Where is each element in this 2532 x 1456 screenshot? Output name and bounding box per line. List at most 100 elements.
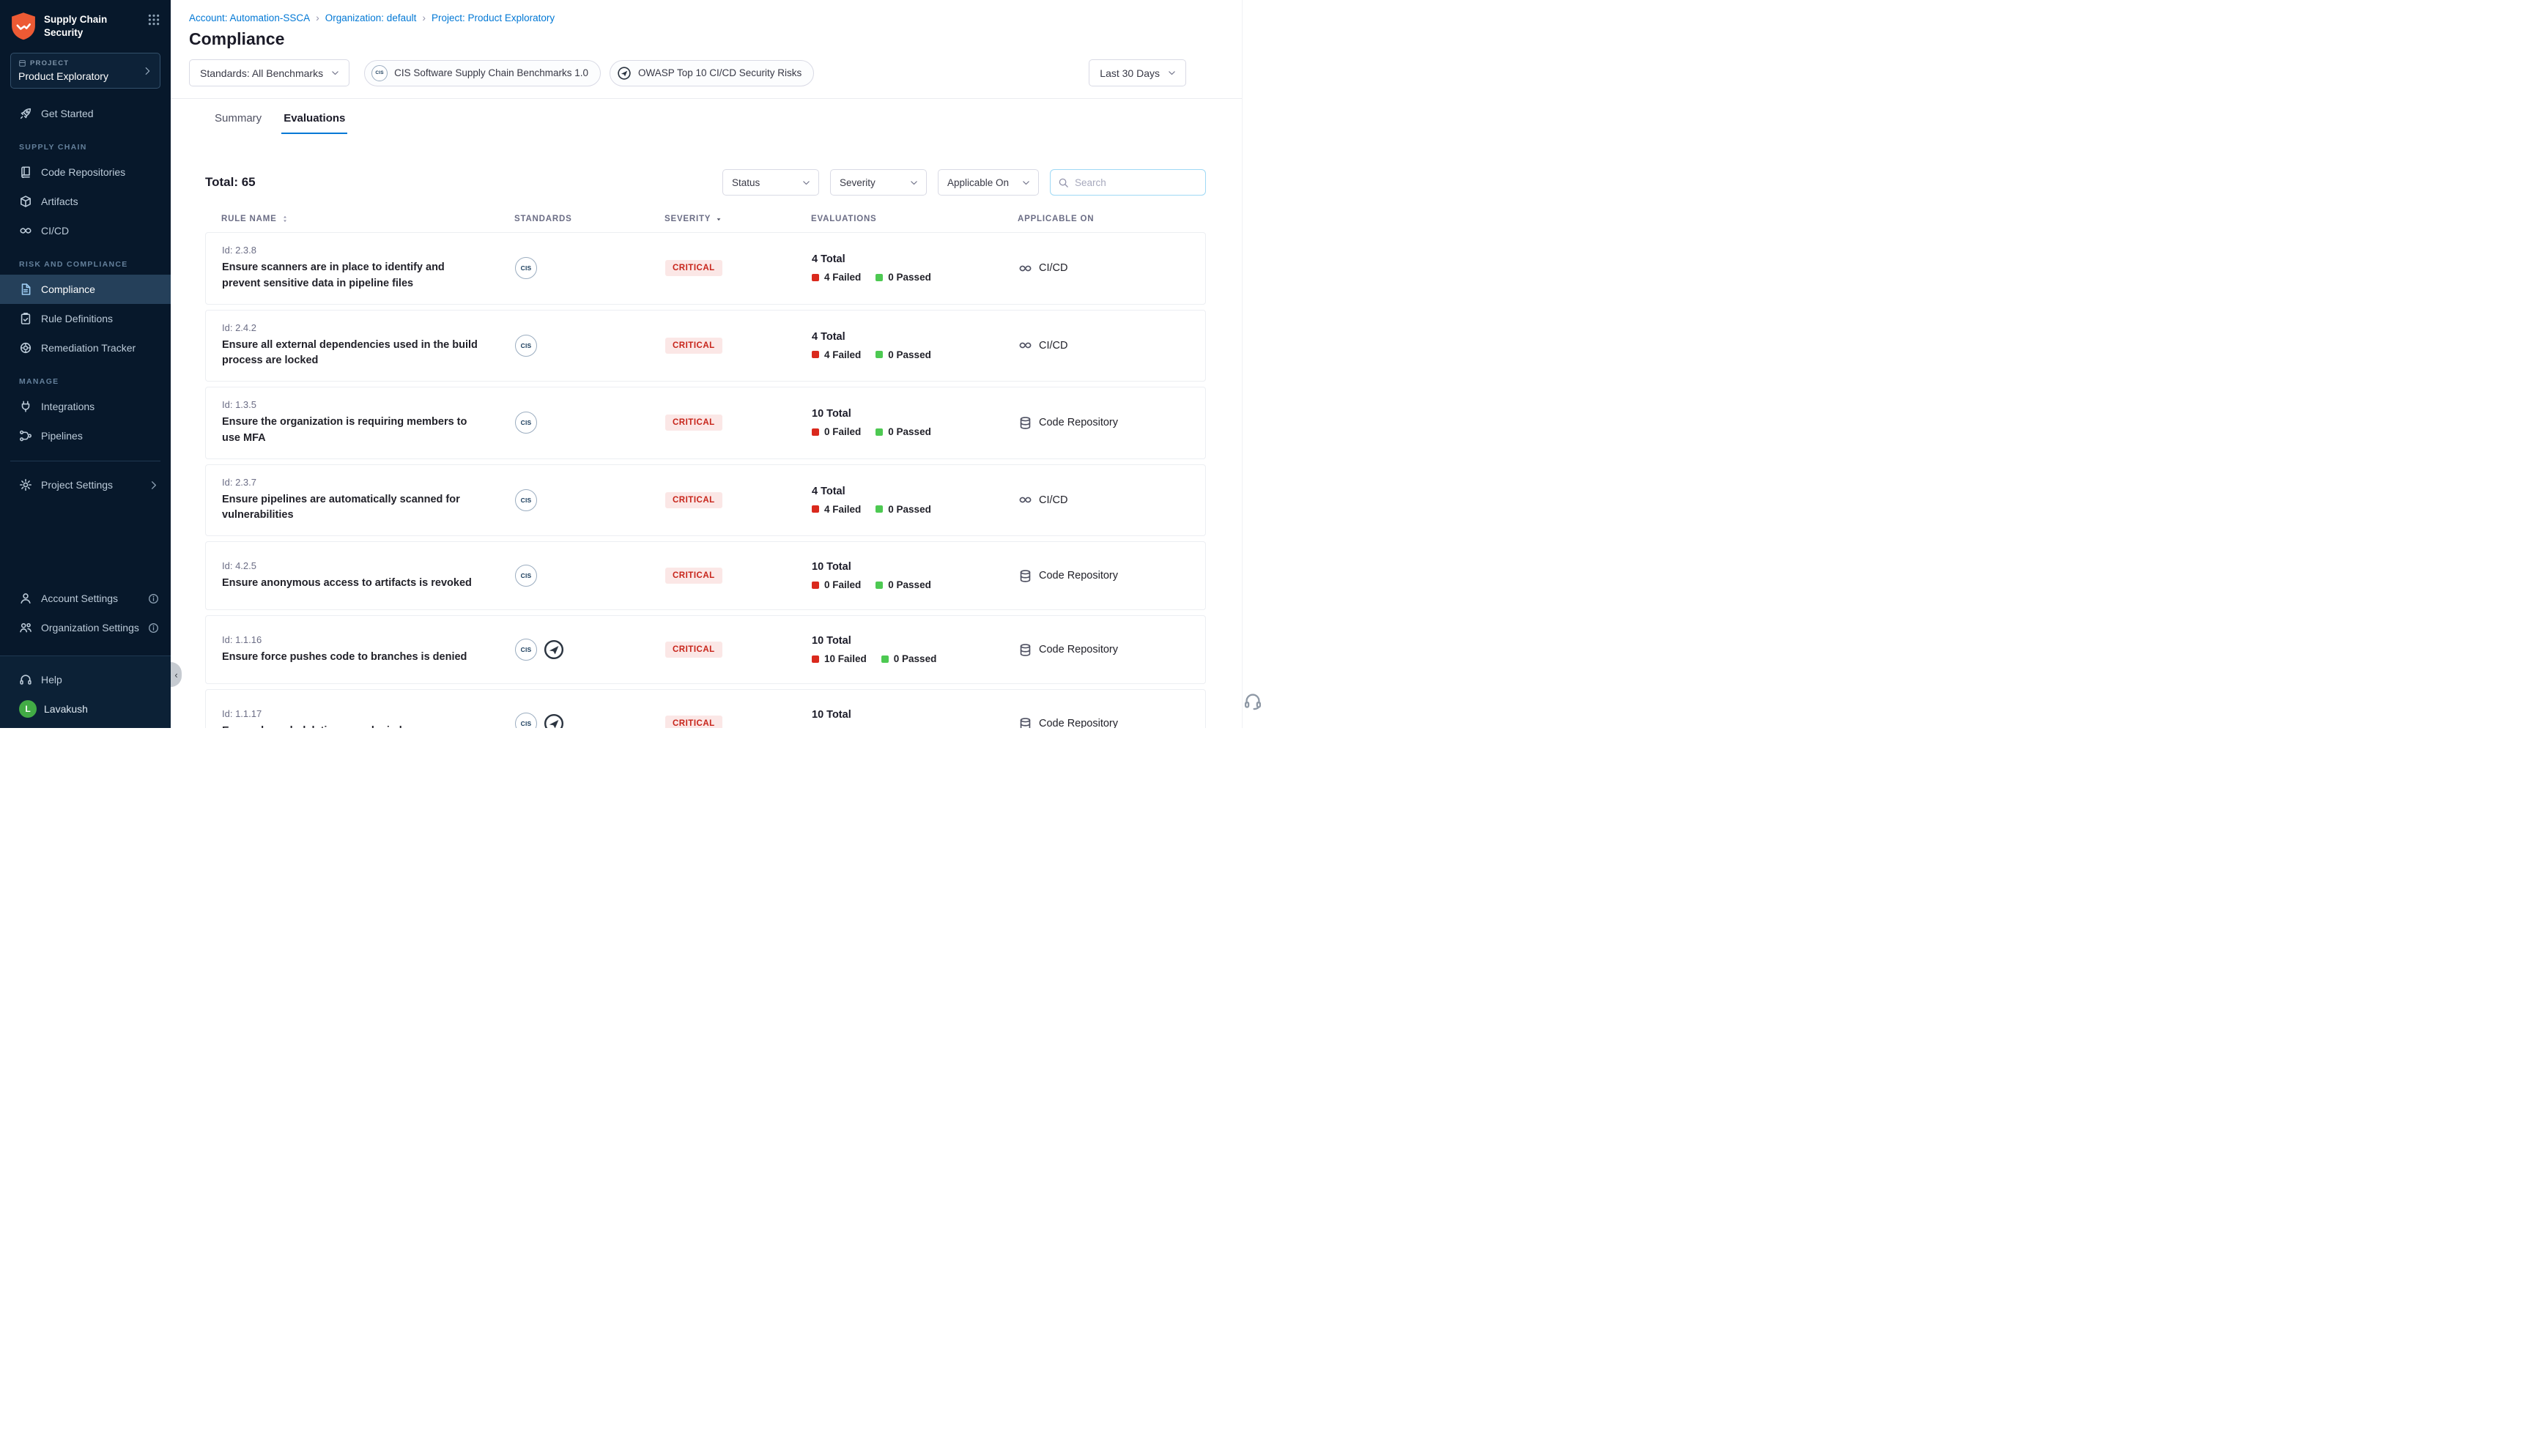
rule-id: Id: 1.1.17 — [222, 708, 483, 719]
sidebar-item-label: Pipelines — [41, 430, 159, 442]
rule-name[interactable]: Ensure the organization is requiring mem… — [222, 415, 483, 447]
standards-cell: CIS — [515, 257, 665, 279]
cis-standard-icon: CIS — [515, 257, 537, 279]
rule-cell: Id: 1.1.17 Ensure branch deletions are d… — [222, 708, 515, 728]
severity-filter-dropdown[interactable]: Severity — [830, 169, 927, 196]
sidebar-item-pipelines[interactable]: Pipelines — [0, 421, 171, 450]
standards-dropdown[interactable]: Standards: All Benchmarks — [189, 59, 349, 86]
sidebar-item-label: Help — [41, 674, 159, 686]
user-menu[interactable]: L Lavakush — [0, 694, 171, 718]
passed-group: 0 Passed — [876, 504, 931, 515]
applicable-on-label: CI/CD — [1039, 262, 1067, 274]
code-repository-icon — [1018, 569, 1032, 583]
table-row[interactable]: Id: 1.1.16 Ensure force pushes code to b… — [205, 615, 1206, 684]
project-selector[interactable]: PROJECT Product Exploratory — [10, 53, 160, 89]
code-repository-icon — [1018, 717, 1032, 729]
passed-square-icon — [881, 655, 889, 663]
failed-square-icon — [812, 655, 819, 663]
section-title-supply-chain: SUPPLY CHAIN — [0, 128, 171, 157]
sidebar-item-help[interactable]: Help — [0, 665, 171, 694]
sidebar-item-integrations[interactable]: Integrations — [0, 392, 171, 421]
applicable-on-label: CI/CD — [1039, 494, 1067, 506]
module-switcher-icon[interactable] — [147, 12, 160, 25]
sidebar-item-remediation-tracker[interactable]: Remediation Tracker — [0, 333, 171, 363]
failed-group: 4 Failed — [812, 272, 861, 283]
sidebar-item-label: Organization Settings — [41, 622, 139, 634]
total-count: 4 Total — [812, 486, 1018, 497]
rule-name[interactable]: Ensure pipelines are automatically scann… — [222, 492, 483, 524]
gear-icon — [19, 478, 32, 491]
standards-cell: CIS — [515, 489, 665, 511]
app-title: Supply Chain Security — [44, 12, 107, 39]
table-row[interactable]: Id: 2.3.8 Ensure scanners are in place t… — [205, 232, 1206, 305]
failed-count: 4 Failed — [824, 349, 861, 360]
sidebar-nav: Get Started SUPPLY CHAIN Code Repositori… — [0, 89, 171, 655]
total-count: 10 Total — [812, 561, 1018, 573]
time-range-dropdown[interactable]: Last 30 Days — [1089, 59, 1186, 86]
table-row[interactable]: Id: 1.1.17 Ensure branch deletions are d… — [205, 689, 1206, 728]
rule-name[interactable]: Ensure force pushes code to branches is … — [222, 650, 483, 666]
sidebar-item-organization-settings[interactable]: Organization Settings — [0, 613, 171, 642]
breadcrumb-project-link[interactable]: Project: Product Exploratory — [432, 12, 555, 23]
table-header: RULE NAME STANDARDS SEVERITY EVALUATIONS… — [205, 215, 1206, 223]
breadcrumb-organization-link[interactable]: Organization: default — [325, 12, 417, 23]
sidebar-item-label: Remediation Tracker — [41, 342, 159, 354]
info-icon[interactable] — [148, 623, 159, 634]
breadcrumb-account-link[interactable]: Account: Automation-SSCA — [189, 12, 310, 23]
sidebar-item-cicd[interactable]: CI/CD — [0, 216, 171, 245]
sidebar-item-code-repositories[interactable]: Code Repositories — [0, 157, 171, 187]
chevron-down-icon — [1021, 178, 1031, 187]
evaluations-cell: 4 Total 4 Failed 0 Passed — [812, 486, 1018, 515]
column-rule-name[interactable]: RULE NAME — [221, 215, 514, 223]
applicable-on-label: Code Repository — [1039, 644, 1118, 655]
sort-desc-icon[interactable] — [714, 215, 723, 223]
passed-count: 0 Passed — [888, 349, 931, 360]
account-settings-icon — [19, 592, 32, 605]
project-label: PROJECT — [30, 59, 69, 67]
applicable-on-filter-dropdown[interactable]: Applicable On — [938, 169, 1039, 196]
help-widget-button[interactable] — [1243, 691, 1262, 710]
column-severity[interactable]: SEVERITY — [665, 215, 811, 223]
total-count: 10 Total — [812, 709, 1018, 721]
rule-name[interactable]: Ensure anonymous access to artifacts is … — [222, 576, 483, 592]
applicable-on-cell: Code Repository — [1018, 416, 1205, 430]
owasp-standard-icon — [543, 713, 565, 728]
sidebar-item-project-settings[interactable]: Project Settings — [0, 470, 171, 499]
standards-cell: CIS — [515, 565, 665, 587]
sidebar-item-rule-definitions[interactable]: Rule Definitions — [0, 304, 171, 333]
failed-count: 10 Failed — [824, 727, 867, 728]
sidebar-item-label: Account Settings — [41, 593, 139, 604]
status-filter-dropdown[interactable]: Status — [722, 169, 819, 196]
project-icon — [18, 59, 26, 67]
sidebar-item-label: Integrations — [41, 401, 159, 412]
rule-id: Id: 4.2.5 — [222, 560, 483, 571]
tab-summary[interactable]: Summary — [212, 112, 264, 134]
sidebar-item-artifacts[interactable]: Artifacts — [0, 187, 171, 216]
sidebar-item-get-started[interactable]: Get Started — [0, 99, 171, 128]
standards-cell: CIS — [515, 335, 665, 357]
table-row[interactable]: Id: 2.3.7 Ensure pipelines are automatic… — [205, 464, 1206, 537]
dropdown-label: Applicable On — [947, 177, 1009, 188]
remediation-tracker-icon — [19, 341, 32, 354]
info-icon[interactable] — [148, 593, 159, 604]
rule-name[interactable]: Ensure scanners are in place to identify… — [222, 260, 483, 292]
standards-chip-cis[interactable]: CIS CIS Software Supply Chain Benchmarks… — [364, 60, 601, 86]
sidebar-item-compliance[interactable]: Compliance — [0, 275, 171, 304]
column-label: RULE NAME — [221, 215, 277, 223]
table-row[interactable]: Id: 4.2.5 Ensure anonymous access to art… — [205, 541, 1206, 610]
cis-standard-icon: CIS — [515, 335, 537, 357]
failed-count: 10 Failed — [824, 653, 867, 664]
rule-name[interactable]: Ensure all external dependencies used in… — [222, 338, 483, 370]
table-row[interactable]: Id: 1.3.5 Ensure the organization is req… — [205, 387, 1206, 459]
cicd-icon — [1018, 338, 1032, 352]
standards-chip-owasp[interactable]: OWASP Top 10 CI/CD Security Risks — [610, 60, 814, 86]
tab-evaluations[interactable]: Evaluations — [281, 112, 347, 134]
chip-label: CIS Software Supply Chain Benchmarks 1.0 — [394, 67, 588, 78]
rule-name[interactable]: Ensure branch deletions are denied — [222, 724, 483, 728]
sort-icon[interactable] — [281, 215, 289, 223]
applicable-on-cell: Code Repository — [1018, 717, 1205, 729]
table-row[interactable]: Id: 2.4.2 Ensure all external dependenci… — [205, 310, 1206, 382]
search-input[interactable] — [1075, 177, 1198, 188]
breadcrumb: Account: Automation-SSCA › Organization:… — [189, 12, 1186, 23]
sidebar-item-account-settings[interactable]: Account Settings — [0, 584, 171, 613]
